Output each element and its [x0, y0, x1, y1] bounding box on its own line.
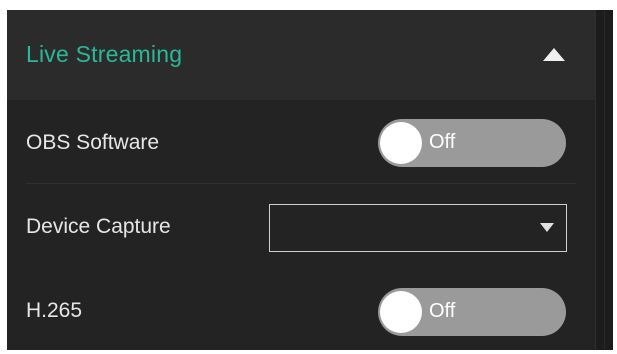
live-streaming-section-header[interactable]: Live Streaming: [7, 10, 595, 100]
h265-toggle[interactable]: Off: [378, 288, 566, 336]
triangle-down-icon: [540, 223, 554, 232]
scrollbar[interactable]: [595, 10, 613, 350]
obs-software-toggle[interactable]: Off: [378, 119, 566, 167]
scrollbar-track-line: [604, 10, 605, 350]
toggle-state-label: Off: [429, 300, 456, 322]
toggle-knob: [380, 122, 422, 164]
triangle-up-icon[interactable]: [543, 48, 565, 61]
h265-row: H.265 Off: [7, 268, 595, 350]
toggle-knob: [380, 291, 422, 333]
obs-software-label: OBS Software: [26, 131, 160, 154]
obs-software-row: OBS Software Off: [7, 100, 595, 184]
toggle-state-label: Off: [429, 131, 456, 153]
device-capture-select[interactable]: [269, 204, 567, 252]
section-title: Live Streaming: [26, 41, 183, 67]
settings-panel: Live Streaming OBS Software Off Device C…: [7, 10, 595, 350]
h265-label: H.265: [26, 299, 83, 322]
device-capture-label: Device Capture: [26, 215, 171, 238]
settings-window: Live Streaming OBS Software Off Device C…: [7, 10, 613, 350]
